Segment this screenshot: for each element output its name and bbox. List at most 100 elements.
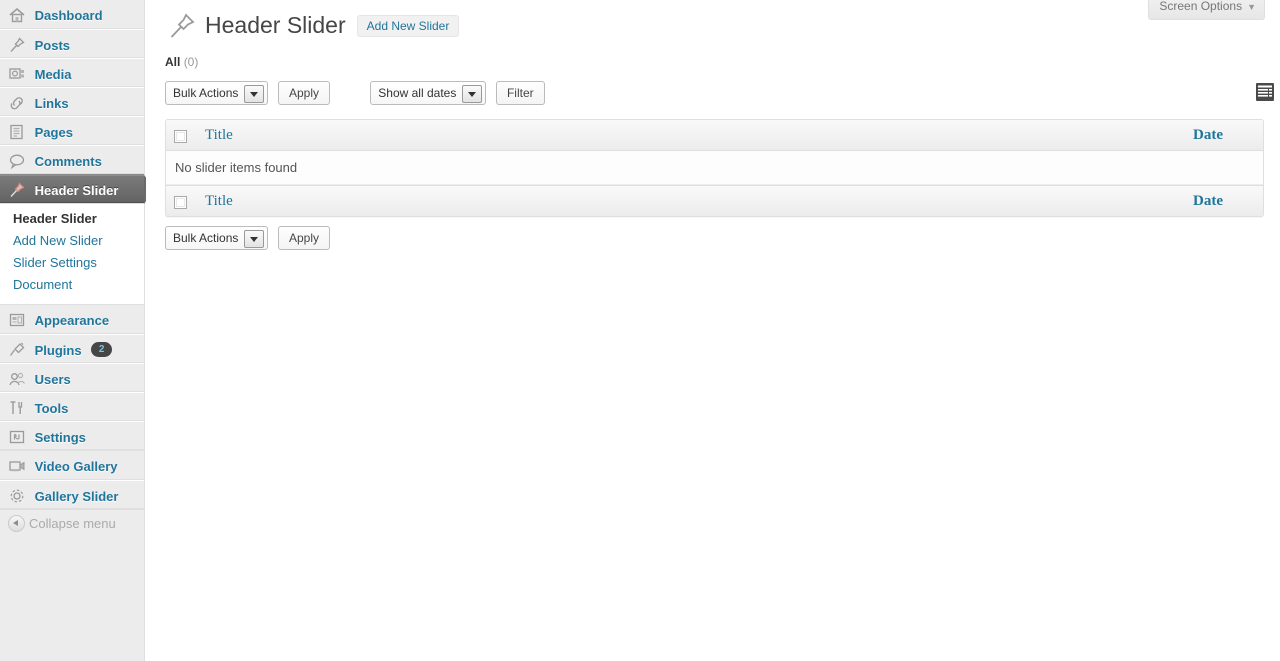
sidebar-item-label: Comments (34, 154, 102, 170)
bulk-actions-selected-value-bottom: Bulk Actions (173, 231, 239, 245)
table-foot: Title Date (166, 185, 1263, 216)
submenu-item-document[interactable]: Document (0, 274, 144, 296)
status-filter-list: All (0) (165, 55, 1280, 69)
sidebar-item-header-slider[interactable]: Header Slider (0, 174, 155, 204)
collapse-menu-button[interactable]: Collapse menu (0, 510, 144, 538)
select-all-footer (166, 185, 205, 216)
sidebar-item-comments[interactable]: Comments (0, 145, 144, 174)
plugins-update-badge: 2 (91, 342, 113, 358)
sidebar-item-label: Tools (34, 401, 69, 417)
select-all-checkbox-top[interactable] (174, 129, 187, 143)
screen-options-tab[interactable]: Screen Options ▼ (1148, 0, 1265, 20)
submenu-item-slider-settings[interactable]: Slider Settings (0, 252, 144, 274)
tablenav-bottom: Bulk Actions Apply (165, 226, 1265, 256)
screen-options-label: Screen Options (1159, 0, 1243, 13)
sidebar-item-video-gallery[interactable]: Video Gallery (0, 451, 144, 480)
bulk-actions-select-top[interactable]: Bulk Actions (165, 81, 269, 105)
admin-sidebar: Dashboard Posts Media Links Pages Commen… (0, 0, 155, 661)
sidebar-submenu-header-slider: Header Slider Add New Slider Slider Sett… (0, 204, 144, 305)
table-footer-row: Title Date (166, 185, 1263, 216)
sidebar-item-dashboard[interactable]: Dashboard (0, 0, 144, 29)
plugin-icon (7, 340, 27, 360)
apply-button-bottom[interactable]: Apply (278, 226, 331, 250)
chevron-down-icon (244, 85, 265, 103)
sidebar-item-users[interactable]: Users (0, 363, 144, 392)
main-content: Screen Options ▼ Header Slider Add New Sl… (146, 0, 1280, 661)
sidebar-item-label: Video Gallery (34, 459, 118, 475)
page-header: Header Slider Add New Slider (146, 0, 1280, 46)
link-icon (7, 93, 27, 113)
settings-icon (7, 427, 27, 447)
filter-all-count: (0) (183, 55, 199, 69)
chevron-down-icon: ▼ (1247, 2, 1256, 12)
dashboard-icon (7, 5, 27, 25)
sidebar-item-plugins[interactable]: Plugins 2 (0, 334, 144, 363)
sidebar-item-label: Links (34, 96, 69, 112)
filter-button[interactable]: Filter (495, 81, 545, 105)
sidebar-item-label: Plugins (34, 343, 82, 359)
sidebar-item-label: Pages (34, 125, 73, 141)
sidebar-item-links[interactable]: Links (0, 87, 144, 116)
date-column-header: Date (1153, 120, 1263, 151)
collapse-arrow-icon (8, 515, 25, 533)
sidebar-item-posts[interactable]: Posts (0, 29, 144, 58)
chevron-down-icon (462, 85, 483, 103)
empty-state-message: No slider items found (166, 151, 1263, 185)
date-filter-select[interactable]: Show all dates (370, 81, 487, 105)
table-header-row: Title Date (166, 120, 1263, 151)
pages-icon (7, 122, 27, 142)
collapse-menu-label: Collapse menu (29, 516, 116, 531)
title-column-header: Title (205, 120, 1153, 151)
sidebar-item-label: Media (34, 67, 72, 83)
page-title: Header Slider (205, 12, 346, 38)
apply-button-top[interactable]: Apply (278, 81, 331, 105)
sidebar-item-pages[interactable]: Pages (0, 116, 144, 145)
sort-by-date-link[interactable]: Date (1193, 127, 1223, 143)
sidebar-group-secondary: Appearance Plugins 2 Users Tools Setting… (0, 305, 144, 451)
appearance-icon (7, 310, 27, 330)
sidebar-item-label: Dashboard (34, 8, 103, 24)
sort-by-date-link-footer[interactable]: Date (1193, 193, 1223, 209)
sidebar-item-label: Users (34, 372, 71, 388)
gear-icon (7, 486, 27, 506)
view-switch (1253, 82, 1280, 102)
date-column-footer: Date (1153, 185, 1263, 216)
comment-icon (7, 151, 27, 171)
chevron-down-icon (244, 230, 265, 248)
submenu-item-header-slider[interactable]: Header Slider (0, 208, 144, 230)
date-filter-selected-value: Show all dates (378, 86, 457, 100)
bulk-actions-select-bottom[interactable]: Bulk Actions (165, 226, 269, 250)
sidebar-item-label: Settings (34, 430, 86, 446)
empty-state-row: No slider items found (166, 151, 1263, 185)
sidebar-item-label: Posts (34, 38, 71, 54)
sidebar-item-gallery-slider[interactable]: Gallery Slider (0, 480, 144, 509)
list-view-icon[interactable] (1255, 82, 1275, 102)
select-all-header (166, 120, 205, 151)
tablenav-top: Bulk Actions Apply Show all dates Filter (165, 81, 1275, 111)
video-icon (7, 456, 27, 476)
sidebar-item-media[interactable]: Media (0, 58, 144, 87)
filter-all-link[interactable]: All (165, 55, 180, 69)
title-column-footer: Title (205, 185, 1153, 216)
tools-icon (7, 398, 27, 418)
add-new-slider-button[interactable]: Add New Slider (356, 14, 460, 37)
pin-icon (7, 180, 27, 200)
wp-admin-screen: Dashboard Posts Media Links Pages Commen… (0, 0, 1280, 661)
bulk-actions-selected-value: Bulk Actions (173, 86, 239, 100)
table-head: Title Date (166, 120, 1263, 151)
submenu-item-add-new-slider[interactable]: Add New Slider (0, 230, 144, 252)
sidebar-item-settings[interactable]: Settings (0, 421, 144, 450)
sidebar-item-label: Gallery Slider (34, 489, 119, 505)
sort-by-title-link-footer[interactable]: Title (205, 193, 233, 209)
users-icon (7, 369, 27, 389)
sidebar-item-label: Appearance (34, 313, 110, 329)
slider-items-table: Title Date No slider items found Title D… (165, 119, 1264, 217)
sidebar-item-tools[interactable]: Tools (0, 392, 144, 421)
sidebar-group-primary: Dashboard Posts Media Links Pages Commen… (0, 0, 155, 204)
sort-by-title-link[interactable]: Title (205, 127, 233, 143)
select-all-checkbox-bottom[interactable] (174, 195, 187, 209)
media-icon (7, 64, 27, 84)
table-body: No slider items found (166, 151, 1263, 185)
pin-icon (7, 35, 27, 55)
sidebar-item-appearance[interactable]: Appearance (0, 305, 144, 334)
